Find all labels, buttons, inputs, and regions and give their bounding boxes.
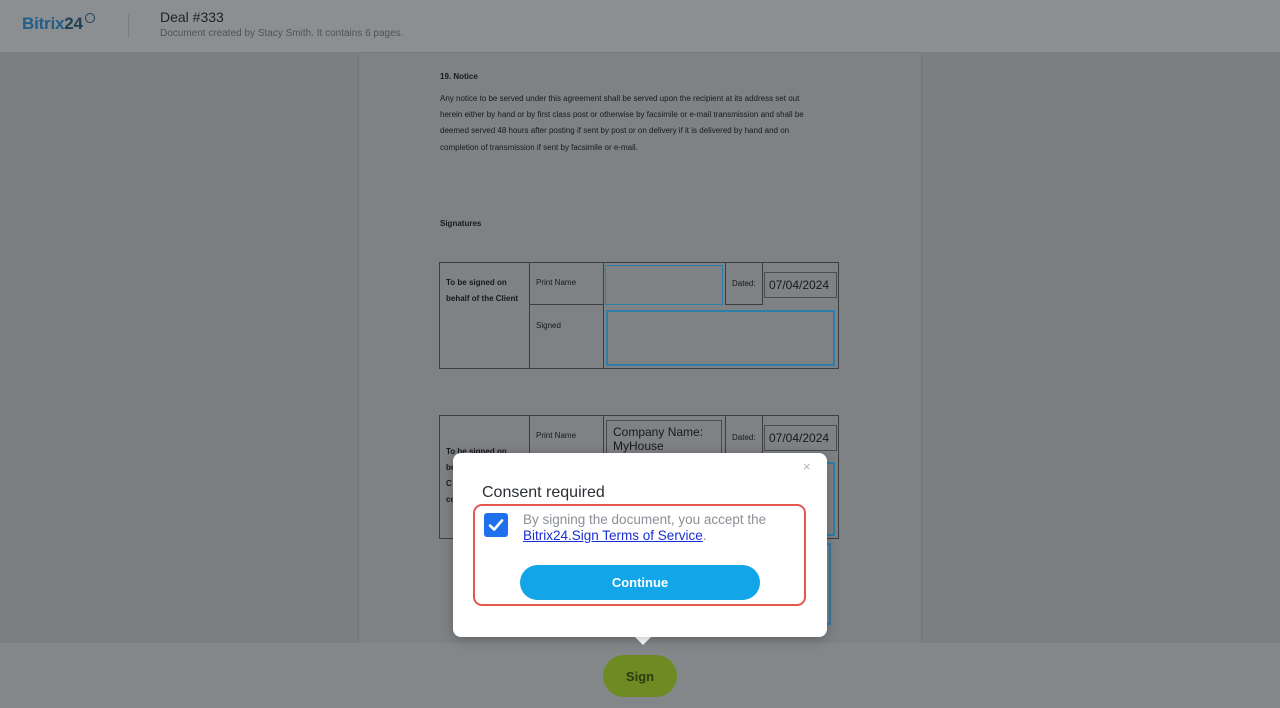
header-divider [128, 14, 129, 38]
logo-text: Bitrix [22, 14, 65, 33]
signed-label-cell [530, 305, 604, 368]
company-date-value: 07/04/2024 [769, 431, 830, 445]
company-party-label-line3: C [446, 479, 452, 488]
consent-text: By signing the document, you accept the … [523, 512, 793, 544]
print-name-label: Print Name [536, 431, 577, 440]
consent-checkbox[interactable] [484, 513, 508, 537]
clock-icon [84, 13, 95, 23]
modal-title: Consent required [482, 484, 605, 501]
notice-body: Any notice to be served under this agree… [440, 94, 804, 152]
client-print-name-field[interactable] [605, 265, 723, 305]
sign-button[interactable]: Sign [603, 655, 677, 697]
dated-label: Dated: [732, 433, 756, 442]
terms-link[interactable]: Bitrix24.Sign Terms of Service [523, 528, 703, 543]
client-signature-field[interactable] [606, 310, 835, 366]
continue-button[interactable]: Continue [520, 565, 760, 600]
consent-suffix: . [702, 528, 707, 543]
notice-heading: 19. Notice [440, 72, 478, 81]
client-signature-table: To be signed on behalf of the Client Pri… [439, 262, 839, 369]
modal-pointer [634, 636, 652, 645]
consent-prefix: By signing the document, you accept the [523, 512, 767, 527]
signatures-heading: Signatures [440, 219, 482, 228]
dated-label: Dated: [732, 279, 756, 288]
signed-label: Signed [536, 321, 561, 330]
company-name-value: Company Name: MyHouse [613, 425, 704, 453]
client-party-label: To be signed on behalf of the Client [446, 278, 518, 303]
consent-modal: × Consent required By signing the docume… [453, 453, 827, 637]
logo-number: 24 [64, 14, 83, 33]
page-title: Deal #333 [160, 9, 224, 25]
checkmark-icon [488, 519, 504, 531]
top-header: Bitrix24 Deal #333 Document created by S… [0, 0, 1280, 53]
client-date-value: 07/04/2024 [769, 278, 830, 292]
print-name-label: Print Name [536, 278, 577, 287]
bitrix24-logo[interactable]: Bitrix24 [22, 13, 95, 34]
close-icon[interactable]: × [803, 459, 811, 474]
page-subtitle: Document created by Stacy Smith. It cont… [160, 28, 404, 39]
